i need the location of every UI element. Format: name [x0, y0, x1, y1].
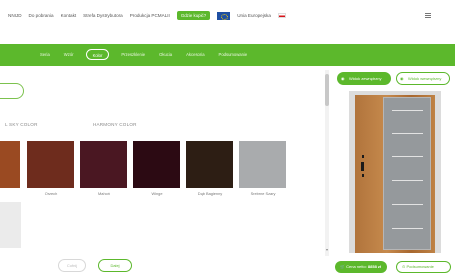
price-value: 8858 zł [367, 264, 382, 269]
poland-flag-icon[interactable] [277, 13, 286, 18]
eu-flag-icon [217, 11, 231, 20]
configurator-tab-bar: Seria Wzór Kolor Przeszklenie Okucia Akc… [0, 44, 455, 66]
scroll-down-arrow-icon[interactable]: ▾ [325, 247, 329, 252]
tab-okucia[interactable]: Okucia [157, 49, 174, 60]
inside-view-button[interactable]: ◉ Widok wewnętrzny [396, 72, 450, 85]
summary-icon: ⊙ [402, 264, 406, 269]
nav-links: NNIJD Do pobrania Kontakt Strefa Dystryb… [8, 11, 286, 20]
door-lock-icon [362, 174, 364, 177]
placeholder-panel [0, 202, 21, 248]
color-swatch-srebrne-szary[interactable] [239, 141, 286, 188]
outside-view-button[interactable]: ◉ Widok zewnętrzny [337, 72, 391, 85]
cart-icon: 🛒 [340, 264, 345, 269]
door-lock-icon [362, 155, 364, 158]
hamburger-menu-icon[interactable] [425, 13, 431, 18]
nav-link-contact[interactable]: Kontakt [61, 13, 77, 18]
tab-list: Seria Wzór Kolor Przeszklenie Okucia Akc… [38, 49, 249, 60]
price-label: Cena netto: [346, 264, 367, 269]
nav-link-distributor-zone[interactable]: Strefa Dystrybutora [83, 13, 123, 18]
option-pill[interactable] [0, 83, 24, 99]
tab-podsumowanie[interactable]: Podsumowanie [217, 49, 250, 60]
color-swatch-orzech[interactable] [27, 141, 74, 188]
door-stripe [392, 228, 423, 230]
door-stripe [392, 133, 423, 135]
nav-link-nnijd[interactable]: NNIJD [8, 13, 22, 18]
tab-kolor[interactable]: Kolor [85, 49, 110, 60]
eu-label[interactable]: Unia Europejska [237, 13, 271, 18]
back-button[interactable]: Cofnij [58, 259, 86, 272]
door-handle-icon [361, 162, 364, 171]
color-group-label: HARMONY COLOR [93, 122, 137, 127]
tab-przeszklenie[interactable]: Przeszklenie [119, 49, 147, 60]
next-button[interactable]: Dalej [98, 259, 132, 272]
swatch-label: Srebrne Szary [250, 191, 276, 196]
color-group-label: L SKY COLOR [5, 122, 38, 127]
door-stripe [392, 156, 423, 158]
tab-wzor[interactable]: Wzór [62, 49, 76, 60]
scrollbar-thumb[interactable] [325, 74, 329, 106]
summary-button[interactable]: ⊙ Podsumowanie [396, 261, 451, 273]
nav-link-downloads[interactable]: Do pobrania [29, 13, 54, 18]
color-swatch-winge[interactable] [133, 141, 180, 188]
door-stripe [392, 110, 423, 112]
swatch-label: Dąb Bagienny [197, 191, 223, 196]
tab-akcesoria[interactable]: Akcesoria [184, 49, 206, 60]
swatch-label: Orzech [44, 191, 58, 196]
color-swatch-dab-bagienny[interactable] [186, 141, 233, 188]
eye-icon: ◉ [400, 76, 404, 81]
eye-icon: ◉ [341, 76, 345, 81]
inside-view-label: Widok wewnętrzny [408, 76, 442, 81]
outside-view-label: Widok zewnętrzny [349, 76, 382, 81]
summary-label: Podsumowanie [406, 264, 434, 269]
swatch-label: Mahoń [98, 191, 110, 196]
swatch-label: Winge [151, 191, 163, 196]
price-button[interactable]: 🛒 Cena netto: 8858 zł [335, 261, 387, 273]
color-swatch[interactable] [0, 141, 20, 188]
nav-link-production[interactable]: Produkcja PCMALII [130, 13, 170, 18]
tab-seria[interactable]: Seria [38, 49, 52, 60]
door-stripe [392, 180, 423, 182]
where-to-buy-button[interactable]: Gdzie kupić? [176, 11, 211, 20]
top-navigation: NNIJD Do pobrania Kontakt Strefa Dystryb… [0, 0, 455, 30]
door-stripe [392, 204, 423, 206]
color-swatch-mahon[interactable] [80, 141, 127, 188]
